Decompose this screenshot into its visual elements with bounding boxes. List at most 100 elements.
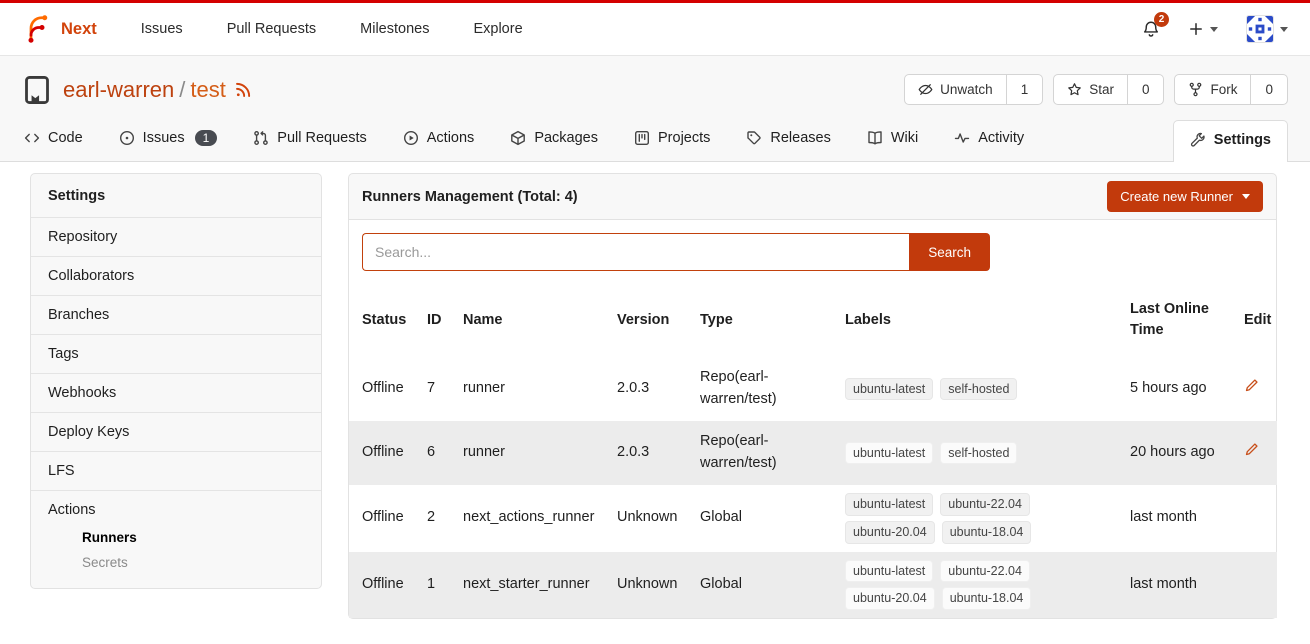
repo-title-row: earl-warren / test Unwatch 1: [22, 74, 1288, 105]
issues-count-badge: 1: [195, 130, 218, 146]
label-pill: ubuntu-latest: [845, 493, 933, 516]
notification-count-badge: 2: [1154, 12, 1169, 27]
table-row: Offline 6 runner 2.0.3 Repo(earl-warren/…: [349, 421, 1277, 485]
runner-name: runner: [463, 357, 617, 421]
runner-type: Global: [700, 485, 845, 552]
nav-milestones[interactable]: Milestones: [360, 21, 429, 37]
sidebar-item-lfs[interactable]: LFS: [31, 451, 321, 490]
fork-label: Fork: [1210, 82, 1237, 97]
panel-title: Runners Management (Total: 4): [362, 189, 578, 205]
tab-pull-requests[interactable]: Pull Requests: [251, 120, 368, 161]
tab-wiki[interactable]: Wiki: [865, 120, 920, 161]
repo-owner-link[interactable]: earl-warren: [63, 77, 174, 103]
rss-feed-icon[interactable]: [235, 81, 252, 98]
nav-pull-requests[interactable]: Pull Requests: [227, 21, 316, 37]
tab-issues[interactable]: Issues 1: [117, 120, 220, 161]
sidebar-actions-label: Actions: [48, 502, 96, 518]
tab-label: Wiki: [891, 130, 918, 146]
edit-runner-button[interactable]: [1244, 442, 1259, 457]
repo-name-link[interactable]: test: [190, 77, 225, 103]
runner-id: 2: [427, 485, 463, 552]
navbar-links: Issues Pull Requests Milestones Explore: [141, 21, 523, 37]
sidebar-item-deploy-keys[interactable]: Deploy Keys: [31, 412, 321, 451]
tab-label: Code: [48, 130, 83, 146]
sidebar-item-secrets[interactable]: Secrets: [65, 550, 304, 575]
tab-label: Issues: [143, 130, 185, 146]
sidebar-item-branches[interactable]: Branches: [31, 295, 321, 334]
col-name: Name: [463, 285, 617, 357]
star-button[interactable]: Star: [1054, 75, 1128, 104]
runner-last-online: last month: [1130, 485, 1244, 552]
edit-runner-button[interactable]: [1244, 378, 1259, 393]
tab-label: Actions: [427, 130, 475, 146]
label-pill: self-hosted: [940, 378, 1017, 401]
search-input[interactable]: [362, 233, 909, 271]
create-new-runner-button[interactable]: Create new Runner: [1107, 181, 1263, 212]
runner-id: 7: [427, 357, 463, 421]
label-pill: ubuntu-22.04: [940, 560, 1030, 583]
label-pill: ubuntu-20.04: [845, 521, 935, 544]
tab-label: Releases: [770, 130, 830, 146]
sidebar-actions-submenu: Runners Secrets: [48, 518, 304, 577]
unwatch-button-group: Unwatch 1: [904, 74, 1043, 105]
runner-id: 1: [427, 552, 463, 619]
notifications-button[interactable]: 2: [1142, 20, 1160, 38]
sidebar-item-runners[interactable]: Runners: [65, 525, 304, 550]
label-pill: self-hosted: [940, 442, 1017, 465]
user-menu[interactable]: [1246, 15, 1288, 43]
plus-icon: [1188, 21, 1204, 37]
runner-name: runner: [463, 421, 617, 485]
runners-table: Status ID Name Version Type Labels Last …: [349, 285, 1277, 618]
runner-type: Repo(earl-warren/test): [700, 357, 845, 421]
runner-name: next_actions_runner: [463, 485, 617, 552]
tab-activity[interactable]: Activity: [952, 120, 1026, 161]
runner-labels: ubuntu-latest ubuntu-22.04 ubuntu-20.04 …: [845, 560, 1043, 611]
nav-issues[interactable]: Issues: [141, 21, 183, 37]
table-header-row: Status ID Name Version Type Labels Last …: [349, 285, 1277, 357]
issue-icon: [119, 130, 135, 146]
sidebar-item-collaborators[interactable]: Collaborators: [31, 256, 321, 295]
runner-type: Repo(earl-warren/test): [700, 421, 845, 485]
panel-body: Search Status ID Name Version Type Label…: [348, 220, 1277, 619]
package-icon: [510, 130, 526, 146]
tab-releases[interactable]: Releases: [744, 120, 832, 161]
avatar: [1246, 15, 1274, 43]
runner-version: Unknown: [617, 552, 700, 619]
panel-header: Runners Management (Total: 4) Create new…: [348, 173, 1277, 220]
tab-projects[interactable]: Projects: [632, 120, 712, 161]
sidebar-item-actions[interactable]: Actions Runners Secrets: [31, 490, 321, 588]
code-icon: [24, 130, 40, 146]
tab-label: Packages: [534, 130, 598, 146]
tab-label: Projects: [658, 130, 710, 146]
tab-actions[interactable]: Actions: [401, 120, 477, 161]
sidebar-item-repository[interactable]: Repository: [31, 217, 321, 256]
tab-label: Settings: [1214, 132, 1271, 148]
watchers-count[interactable]: 1: [1007, 75, 1043, 104]
pencil-icon: [1244, 378, 1259, 393]
create-new-runner-label: Create new Runner: [1120, 189, 1233, 204]
nav-explore[interactable]: Explore: [473, 21, 522, 37]
col-last-online-time: Last Online Time: [1130, 285, 1244, 357]
settings-sidebar: Settings Repository Collaborators Branch…: [30, 173, 322, 589]
fork-button[interactable]: Fork: [1175, 75, 1251, 104]
pencil-icon: [1244, 442, 1259, 457]
unwatch-button[interactable]: Unwatch: [905, 75, 1007, 104]
runner-id: 6: [427, 421, 463, 485]
runner-version: Unknown: [617, 485, 700, 552]
star-label: Star: [1089, 82, 1114, 97]
tab-code[interactable]: Code: [22, 120, 85, 161]
home-link[interactable]: Next: [22, 14, 97, 44]
sidebar-item-webhooks[interactable]: Webhooks: [31, 373, 321, 412]
search-group: Search: [362, 233, 990, 271]
sidebar-item-tags[interactable]: Tags: [31, 334, 321, 373]
top-navbar: Next Issues Pull Requests Milestones Exp…: [0, 0, 1310, 56]
chevron-down-icon: [1210, 27, 1218, 32]
forks-count[interactable]: 0: [1251, 75, 1287, 104]
label-pill: ubuntu-latest: [845, 442, 933, 465]
tab-packages[interactable]: Packages: [508, 120, 600, 161]
search-button[interactable]: Search: [909, 233, 990, 271]
stars-count[interactable]: 0: [1128, 75, 1164, 104]
create-new-dropdown[interactable]: [1188, 21, 1218, 37]
tag-icon: [746, 130, 762, 146]
tab-settings[interactable]: Settings: [1173, 120, 1288, 162]
